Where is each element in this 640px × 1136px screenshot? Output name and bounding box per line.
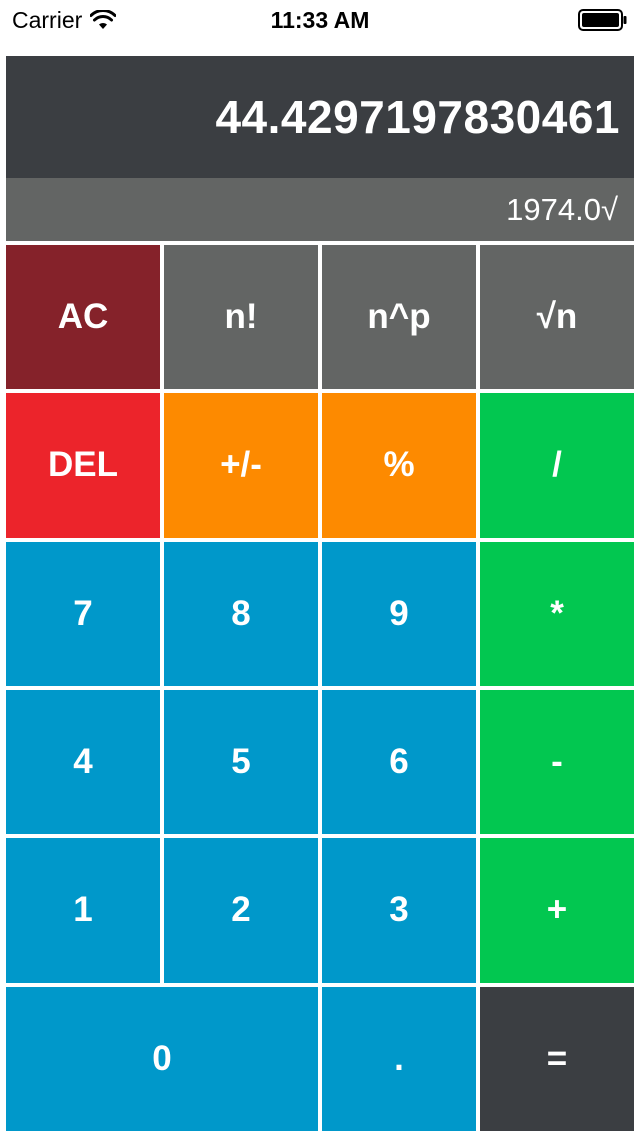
result-value: 44.4297197830461 [215,91,620,143]
result-display: 44.4297197830461 [6,56,634,178]
digit-7-button[interactable]: 7 [6,541,160,686]
digit-8-button[interactable]: 8 [164,541,318,686]
digit-2-button[interactable]: 2 [164,838,318,983]
status-bar: Carrier 11:33 AM [0,0,640,40]
equals-button[interactable]: = [480,986,634,1131]
square-root-button[interactable]: √n [480,245,634,390]
percent-button[interactable]: % [322,393,476,538]
subtract-button[interactable]: - [480,689,634,835]
keypad: AC n! n^p √n DEL +/- % / 7 8 9 * 4 5 6 -… [6,245,634,1131]
add-button[interactable]: + [480,838,634,983]
battery-icon [578,9,627,31]
digit-0-button[interactable]: 0 [6,986,318,1131]
divide-button[interactable]: / [480,393,634,538]
power-button[interactable]: n^p [322,245,476,390]
digit-1-button[interactable]: 1 [6,838,160,983]
digit-4-button[interactable]: 4 [6,689,160,835]
all-clear-button[interactable]: AC [6,245,160,390]
multiply-button[interactable]: * [480,541,634,686]
delete-button[interactable]: DEL [6,393,160,538]
sign-toggle-button[interactable]: +/- [164,393,318,538]
digit-9-button[interactable]: 9 [322,541,476,686]
digit-3-button[interactable]: 3 [322,838,476,983]
decimal-point-button[interactable]: . [322,986,476,1131]
digit-6-button[interactable]: 6 [322,689,476,835]
factorial-button[interactable]: n! [164,245,318,390]
status-time: 11:33 AM [270,7,370,33]
expression-value: 1974.0√ [506,191,618,227]
digit-5-button[interactable]: 5 [164,689,318,835]
expression-display: 1974.0√ [6,178,634,241]
